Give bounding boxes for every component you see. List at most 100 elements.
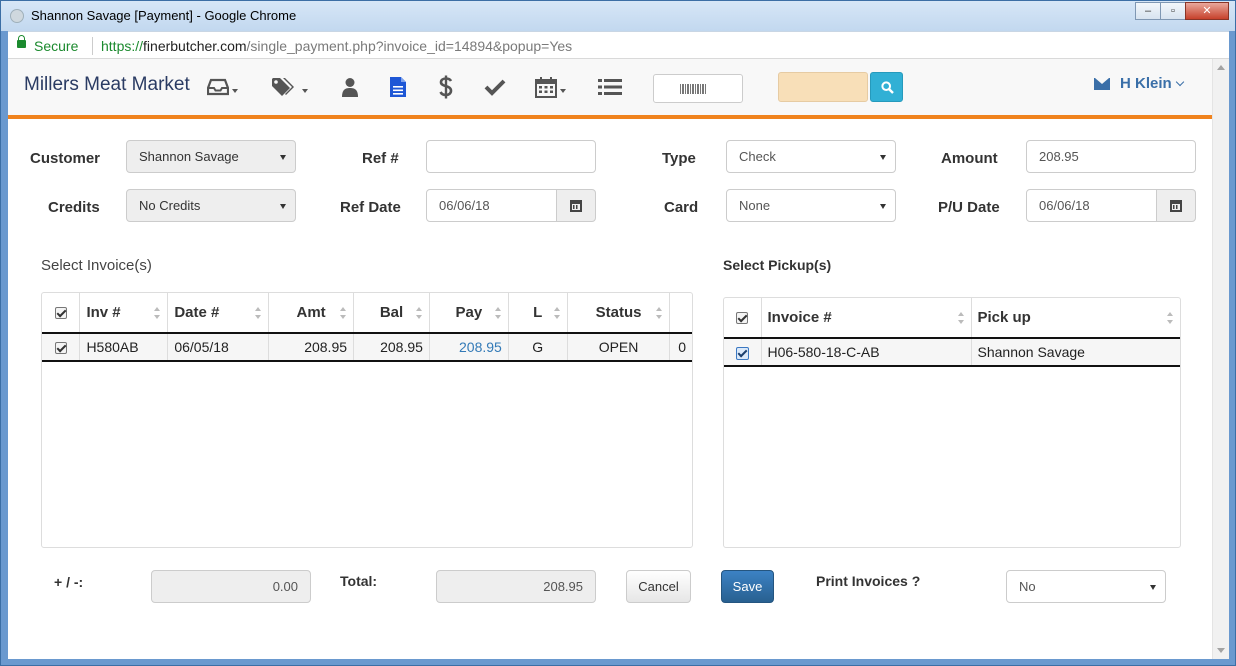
dollar-icon[interactable]: [438, 74, 454, 100]
col-extra: [669, 293, 692, 334]
ref-input[interactable]: [426, 140, 596, 173]
type-label: Type: [662, 150, 696, 167]
dropdown-caret-icon: [880, 155, 886, 160]
url-path: /single_payment.php?invoice_id=14894&pop…: [246, 38, 573, 54]
chevron-down-icon: [1175, 77, 1184, 87]
type-value: Check: [739, 149, 776, 164]
col-amt[interactable]: Amt: [268, 293, 355, 334]
lock-icon: [17, 35, 26, 48]
sort-icon: [957, 312, 965, 324]
dropdown-caret-icon: [280, 204, 286, 209]
cell-date: 06/05/18: [167, 333, 270, 362]
card-select[interactable]: None: [726, 189, 896, 222]
barcode-icon: [680, 84, 706, 94]
col-status[interactable]: Status: [567, 293, 671, 334]
credits-value: No Credits: [139, 198, 201, 213]
cancel-button[interactable]: Cancel: [626, 570, 691, 603]
adjust-input[interactable]: 0.00: [151, 570, 311, 603]
user-icon[interactable]: [341, 74, 359, 100]
brand-link[interactable]: Millers Meat Market: [24, 74, 190, 96]
col-bal[interactable]: Bal: [353, 293, 430, 334]
col-invoice[interactable]: Invoice #: [761, 298, 972, 339]
invoices-title: Select Invoice(s): [41, 257, 152, 274]
calendar-icon[interactable]: [535, 74, 566, 100]
tags-icon[interactable]: [271, 74, 308, 100]
save-button[interactable]: Save: [721, 570, 774, 603]
cell-l: G: [508, 333, 568, 362]
page-viewport: Millers Meat Market H Klein Customer Sha…: [8, 59, 1229, 659]
credits-select[interactable]: No Credits: [126, 189, 296, 222]
col-pickup[interactable]: Pick up: [971, 298, 1180, 339]
ref-date-label: Ref Date: [340, 199, 401, 216]
search-input[interactable]: [778, 72, 868, 102]
check-icon[interactable]: [484, 74, 506, 100]
cell-pay-link[interactable]: 208.95: [429, 333, 509, 362]
card-value: None: [739, 198, 771, 213]
address-separator: [92, 37, 93, 55]
select-all-checkbox[interactable]: [54, 307, 67, 320]
pickup-select-all-checkbox[interactable]: [736, 312, 749, 325]
ref-date-calendar-button[interactable]: [556, 189, 596, 222]
col-l[interactable]: L: [508, 293, 568, 334]
url-host: finerbutcher.com: [143, 38, 247, 54]
pickups-table: Invoice # Pick up H06-580-18-C-AB Shanno…: [723, 297, 1181, 548]
user-name: H Klein: [1120, 75, 1172, 92]
scroll-up-icon[interactable]: [1217, 65, 1225, 70]
customer-label: Customer: [30, 150, 101, 167]
address-bar[interactable]: Secure https://finerbutcher.com/single_p…: [8, 31, 1229, 59]
vertical-scrollbar[interactable]: [1212, 59, 1229, 659]
credits-label: Credits: [48, 199, 100, 216]
scroll-down-icon[interactable]: [1217, 648, 1225, 653]
search-button[interactable]: [870, 72, 903, 102]
barcode-input[interactable]: [653, 74, 743, 103]
inbox-icon[interactable]: [207, 74, 238, 100]
pu-date-calendar-button[interactable]: [1156, 189, 1196, 222]
customer-select[interactable]: Shannon Savage: [126, 140, 296, 173]
type-select[interactable]: Check: [726, 140, 896, 173]
ref-date-input[interactable]: 06/06/18: [426, 189, 557, 222]
table-row[interactable]: H06-580-18-C-AB Shannon Savage: [724, 338, 1180, 367]
row-checkbox[interactable]: [54, 342, 67, 355]
amount-input[interactable]: 208.95: [1026, 140, 1196, 173]
total-label: Total:: [340, 573, 378, 589]
pu-date-label: P/U Date: [938, 199, 1000, 216]
ref-label: Ref #: [362, 150, 399, 167]
sort-icon: [656, 307, 663, 319]
pickup-select-all-header[interactable]: [724, 298, 762, 339]
maximize-button[interactable]: ▫: [1160, 2, 1186, 20]
total-input: 208.95: [436, 570, 596, 603]
col-pay[interactable]: Pay: [429, 293, 509, 334]
sort-icon: [415, 307, 423, 319]
search-icon: [881, 81, 894, 94]
dropdown-caret-icon: [1150, 585, 1156, 590]
select-all-header[interactable]: [42, 293, 81, 334]
table-row[interactable]: H580AB 06/05/18 208.95 208.95 208.95 G O…: [42, 333, 692, 362]
pu-date-input[interactable]: 06/06/18: [1026, 189, 1157, 222]
print-invoices-label: Print Invoices ?: [816, 573, 921, 589]
print-invoices-select[interactable]: No: [1006, 570, 1166, 603]
url-scheme: https://: [101, 38, 144, 54]
title-bar: Shannon Savage [Payment] - Google Chrome…: [1, 1, 1235, 31]
dropdown-caret-icon: [280, 155, 286, 160]
col-inv[interactable]: Inv #: [79, 293, 169, 334]
pickup-row-checkbox[interactable]: [735, 346, 749, 360]
minimize-button[interactable]: –: [1135, 2, 1161, 20]
file-icon[interactable]: [389, 74, 407, 100]
sort-icon: [1167, 312, 1174, 324]
list-icon[interactable]: [598, 74, 622, 100]
user-menu[interactable]: H Klein: [1094, 75, 1184, 92]
close-button[interactable]: ✕: [1185, 2, 1229, 20]
amount-label: Amount: [941, 150, 998, 167]
cell-extra: 0: [669, 333, 692, 362]
dropdown-caret-icon: [880, 204, 886, 209]
sort-icon: [494, 307, 502, 319]
print-invoices-value: No: [1019, 579, 1036, 594]
customer-value: Shannon Savage: [139, 149, 239, 164]
pickups-title: Select Pickup(s): [723, 257, 832, 273]
adjust-label: + / -:: [54, 574, 84, 590]
url-text[interactable]: https://finerbutcher.com/single_payment.…: [101, 38, 572, 54]
card-label: Card: [664, 199, 699, 216]
browser-window: Shannon Savage [Payment] - Google Chrome…: [0, 0, 1236, 666]
favicon-icon: [10, 9, 24, 23]
col-date[interactable]: Date #: [167, 293, 270, 334]
